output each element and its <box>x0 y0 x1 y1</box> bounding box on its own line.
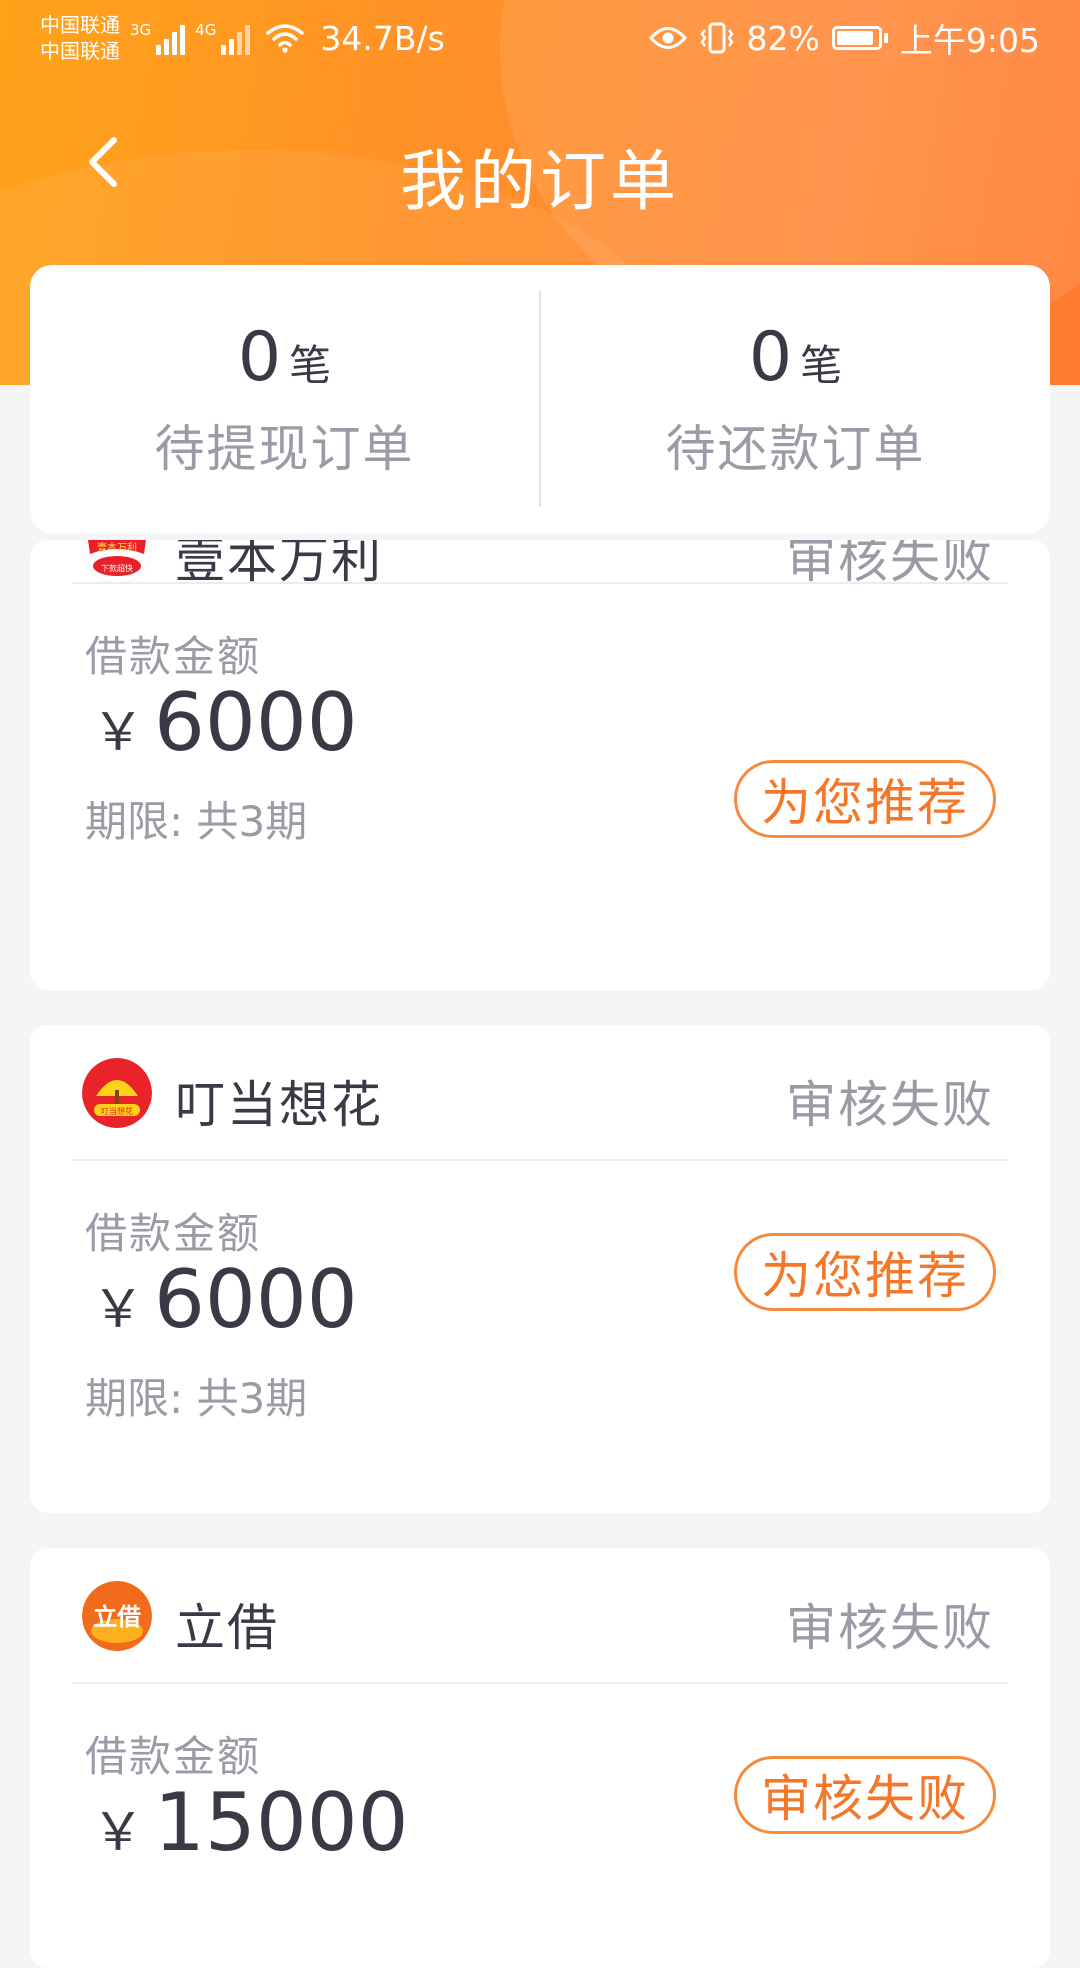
loan-amount: ￥ 6000 <box>92 676 358 769</box>
order-status: 审核失败 <box>786 1599 994 1657</box>
lender-name: 叮当想花 <box>175 1076 383 1134</box>
eye-icon <box>648 27 687 49</box>
currency-symbol: ￥ <box>92 703 145 763</box>
order-status: 审核失败 <box>786 540 994 589</box>
loan-amount-value: 6000 <box>154 1253 358 1346</box>
clock: 上午9:05 <box>899 21 1040 60</box>
loan-term: 期限: 共3期 <box>85 797 308 846</box>
wifi-icon <box>266 24 305 53</box>
lender-name: 立借 <box>175 1599 279 1657</box>
carrier-names: 中国联通 中国联通 <box>40 12 120 64</box>
signal-icon: 4G <box>195 21 251 55</box>
status-right-group: 82% 上午9:05 <box>648 14 1040 62</box>
order-status: 审核失败 <box>786 1076 994 1134</box>
loan-amount-label: 借款金额 <box>85 632 262 681</box>
pending-repay-label: 待还款订单 <box>665 419 926 478</box>
order-card[interactable]: 叮当想花 叮当想花 审核失败 借款金额 ￥ 6000 期限: 共3期 为您推荐 <box>30 1025 1050 1513</box>
battery-charging-icon <box>831 26 888 50</box>
card-divider <box>72 1682 1008 1684</box>
signal-icon: 3G <box>130 21 186 55</box>
recommend-button[interactable]: 为您推荐 <box>734 760 996 838</box>
card-divider <box>72 1159 1008 1161</box>
navigation-bar: 我的订单 <box>0 100 1080 230</box>
status-bar: 中国联通 中国联通 3G 4G 34.7B/s 82% 上午9:05 <box>0 0 1080 76</box>
loan-amount-value: 6000 <box>154 676 358 769</box>
lender-logo-subtext: 下款超快 <box>101 563 133 573</box>
order-card[interactable]: 立借 立借 审核失败 借款金额 ￥ 15000 审核失败 <box>30 1548 1050 1968</box>
loan-term: 期限: 共3期 <box>85 1374 308 1423</box>
currency-symbol: ￥ <box>92 1803 145 1863</box>
pending-repay-unit: 笔 <box>800 340 843 390</box>
recommend-button[interactable]: 为您推荐 <box>734 1233 996 1311</box>
pending-withdraw-summary[interactable]: 0 笔 待提现订单 <box>30 265 539 533</box>
pending-withdraw-count: 0 <box>237 317 282 397</box>
loan-amount-value: 15000 <box>154 1776 409 1869</box>
loan-amount: ￥ 6000 <box>92 1253 358 1346</box>
network-speed: 34.7B/s <box>320 18 445 58</box>
order-card-header: 立借 立借 审核失败 <box>30 1548 1050 1682</box>
network-type-2: 4G <box>195 21 217 39</box>
loan-amount: ￥ 15000 <box>92 1776 409 1869</box>
vibrate-icon <box>699 22 734 54</box>
lender-name: 壹本万利 <box>175 540 383 589</box>
pending-withdraw-label: 待提现订单 <box>154 419 415 478</box>
lender-logo-text: 叮当想花 <box>101 1106 133 1116</box>
page-title: 我的订单 <box>400 143 680 220</box>
loan-amount-label: 借款金额 <box>85 1209 262 1258</box>
pending-repay-count: 0 <box>748 317 793 397</box>
lender-logo: 立借 <box>82 1581 152 1651</box>
carrier-2: 中国联通 <box>40 39 120 63</box>
lender-logo: 叮当想花 <box>82 1058 152 1128</box>
battery-percent: 82% <box>746 18 820 58</box>
status-button[interactable]: 审核失败 <box>734 1756 996 1834</box>
network-type-1: 3G <box>130 21 152 39</box>
pending-withdraw-unit: 笔 <box>289 340 332 390</box>
order-card-header: 壹本万利 下款超快 壹本万利 审核失败 <box>30 540 1050 589</box>
carrier-1: 中国联通 <box>40 13 120 37</box>
order-card[interactable]: 壹本万利 下款超快 壹本万利 审核失败 借款金额 ￥ 6000 期限: 共3期 … <box>30 540 1050 990</box>
card-divider <box>72 582 1008 584</box>
loan-amount-label: 借款金额 <box>85 1732 262 1781</box>
order-summary-card: 0 笔 待提现订单 0 笔 待还款订单 <box>30 265 1050 533</box>
currency-symbol: ￥ <box>92 1280 145 1340</box>
pending-repay-summary[interactable]: 0 笔 待还款订单 <box>541 265 1050 533</box>
order-card-header: 叮当想花 叮当想花 审核失败 <box>30 1025 1050 1159</box>
lender-logo-text: 壹本万利 <box>97 541 137 554</box>
lender-logo: 壹本万利 下款超快 <box>82 540 152 584</box>
lender-logo-text: 立借 <box>93 1603 141 1631</box>
